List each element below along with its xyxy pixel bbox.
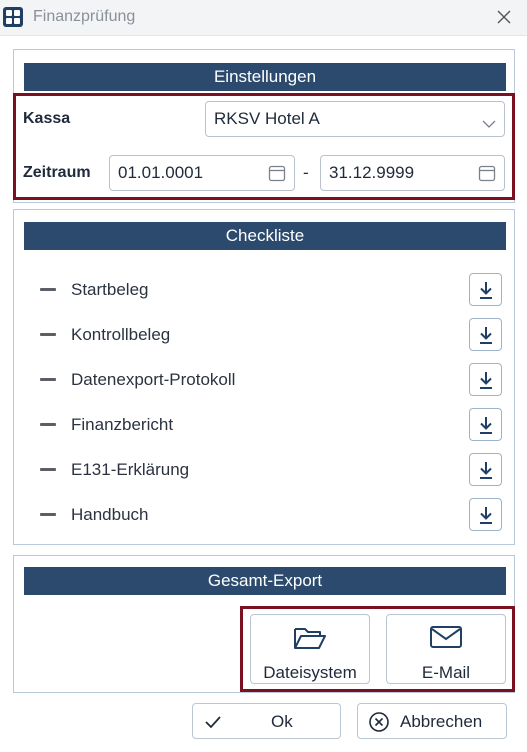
- checklist-item: Handbuch: [40, 498, 502, 531]
- download-button[interactable]: [469, 453, 502, 486]
- checklist-item-label: Kontrollbeleg: [71, 325, 171, 344]
- chevron-down-icon: [482, 114, 496, 134]
- title-bar: Finanzprüfung: [0, 0, 527, 36]
- download-icon: [479, 461, 492, 479]
- folder-icon: [294, 628, 326, 649]
- checklist-item-label: E131-Erklärung: [71, 460, 190, 479]
- checklist-header: Checkliste: [24, 222, 506, 250]
- date-from-field[interactable]: 01.01.0001: [109, 155, 295, 191]
- download-icon: [479, 506, 492, 524]
- download-icon: [479, 281, 492, 299]
- download-button[interactable]: [469, 363, 502, 396]
- dash-icon: [40, 468, 56, 471]
- calendar-icon: [478, 164, 496, 187]
- dash-icon: [40, 513, 56, 516]
- settings-header: Einstellungen: [24, 63, 506, 91]
- check-icon: [203, 712, 223, 737]
- dash-icon: [40, 378, 56, 381]
- download-icon: [479, 326, 492, 344]
- checklist-item: Datenexport-Protokoll: [40, 363, 502, 396]
- download-button[interactable]: [469, 408, 502, 441]
- dash-icon: [40, 288, 56, 291]
- calendar-icon: [268, 164, 286, 187]
- checklist-item: E131-Erklärung: [40, 453, 502, 486]
- ok-label: Ok: [271, 712, 293, 731]
- date-from-value: 01.01.0001: [118, 163, 204, 182]
- checklist-item-label: Handbuch: [71, 505, 149, 524]
- cancel-circle-icon: [368, 711, 390, 738]
- filesystem-label: Dateisystem: [263, 663, 357, 682]
- checklist-item-label: Finanzbericht: [71, 415, 174, 434]
- download-button[interactable]: [469, 498, 502, 531]
- dash-icon: [40, 333, 56, 336]
- zeitraum-label: Zeitraum: [23, 164, 91, 181]
- download-button[interactable]: [469, 273, 502, 306]
- checklist-item-label: Startbeleg: [71, 280, 149, 299]
- download-button[interactable]: [469, 318, 502, 351]
- cancel-label: Abbrechen: [400, 712, 483, 731]
- cancel-button[interactable]: Abbrechen: [357, 703, 507, 739]
- filesystem-button[interactable]: Dateisystem: [250, 614, 370, 684]
- email-button[interactable]: E-Mail: [386, 614, 506, 684]
- app-icon: [3, 7, 23, 27]
- checklist-item: Finanzbericht: [40, 408, 502, 441]
- checklist-item: Kontrollbeleg: [40, 318, 502, 351]
- checklist-header-label: Checkliste: [225, 226, 305, 245]
- date-to-field[interactable]: 31.12.9999: [320, 155, 505, 191]
- ok-button[interactable]: Ok: [192, 703, 341, 739]
- export-header: Gesamt-Export: [24, 567, 506, 595]
- email-label: E-Mail: [421, 663, 471, 682]
- close-icon[interactable]: [493, 6, 515, 28]
- checklist-item-label: Datenexport-Protokoll: [71, 370, 236, 389]
- kassa-label: Kassa: [23, 110, 71, 127]
- export-header-label: Gesamt-Export: [207, 571, 323, 590]
- settings-header-label: Einstellungen: [213, 67, 317, 86]
- date-to-value: 31.12.9999: [329, 163, 415, 182]
- kassa-select[interactable]: RKSV Hotel A: [205, 101, 505, 137]
- mail-icon: [430, 626, 462, 648]
- dash-icon: [40, 423, 56, 426]
- kassa-value: RKSV Hotel A: [214, 109, 320, 128]
- date-separator: -: [303, 163, 309, 182]
- download-icon: [479, 371, 492, 389]
- window-title: Finanzprüfung: [33, 8, 136, 25]
- checklist-item: Startbeleg: [40, 273, 502, 306]
- download-icon: [479, 416, 492, 434]
